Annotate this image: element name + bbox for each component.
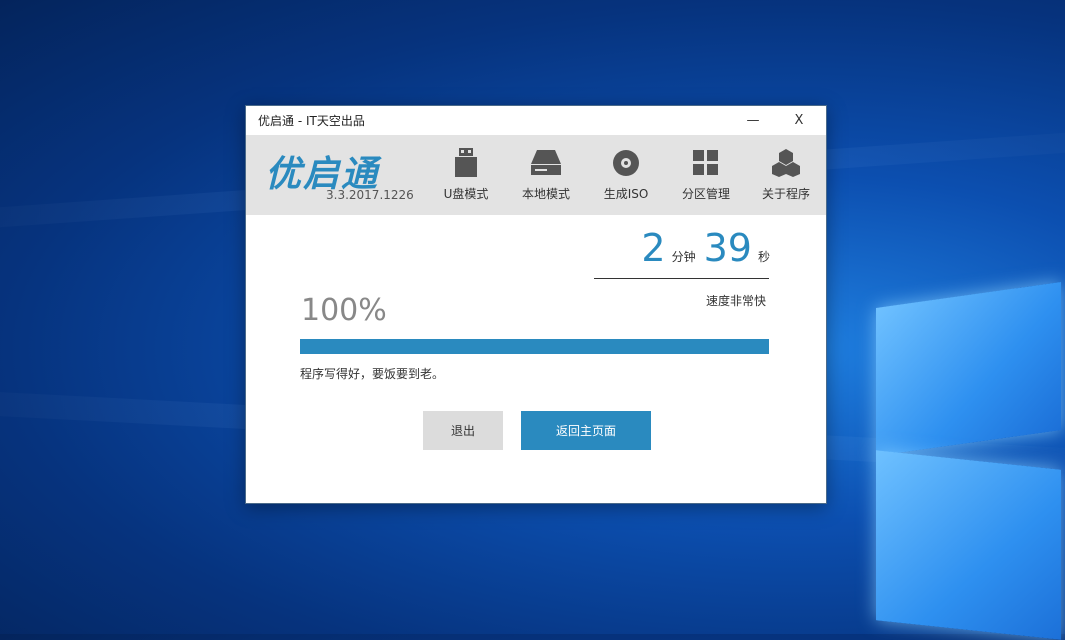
app-window: 优启通 - IT天空出品 — X 优启通 3.3.2017.1226 U盘模式 …	[245, 105, 827, 504]
timer-divider	[594, 278, 769, 279]
main-content: 2 分钟 39 秒 速度非常快 100% 程序写得好，要饭要到老。 退出 返回主…	[246, 215, 826, 502]
minimize-button[interactable]: —	[730, 106, 776, 135]
timer-minutes: 2	[641, 226, 666, 270]
title-bar[interactable]: 优启通 - IT天空出品 — X	[246, 106, 826, 135]
progress-bar-fill	[300, 339, 769, 354]
timer-minutes-unit: 分钟	[671, 250, 696, 264]
disc-icon	[611, 148, 641, 178]
window-title: 优启通 - IT天空出品	[258, 114, 365, 128]
usb-drive-icon	[451, 148, 481, 178]
elapsed-timer: 2 分钟 39 秒	[641, 229, 770, 267]
close-button[interactable]: X	[776, 106, 822, 135]
nav-label: 关于程序	[761, 187, 810, 201]
return-home-button[interactable]: 返回主页面	[521, 411, 651, 450]
timer-seconds: 39	[703, 226, 752, 270]
nav-usb-mode[interactable]: U盘模式	[426, 135, 506, 215]
nav-label: 本地模式	[521, 187, 570, 201]
nav-label: 分区管理	[681, 187, 730, 201]
cubes-icon	[771, 148, 801, 178]
partition-grid-icon	[691, 148, 721, 178]
nav-create-iso[interactable]: 生成ISO	[586, 135, 666, 215]
exit-button[interactable]: 退出	[423, 411, 503, 450]
nav-label: 生成ISO	[603, 187, 649, 201]
status-message: 程序写得好，要饭要到老。	[300, 367, 445, 381]
hard-drive-icon	[531, 148, 561, 178]
progress-bar	[300, 339, 769, 354]
app-version: 3.3.2017.1226	[326, 188, 414, 202]
timer-seconds-unit: 秒	[757, 250, 770, 264]
speed-text: 速度非常快	[705, 294, 766, 308]
app-header: 优启通 3.3.2017.1226 U盘模式 本地模式 生成ISO 分区管理 关…	[246, 135, 826, 215]
nav-label: U盘模式	[443, 187, 489, 201]
nav-local-mode[interactable]: 本地模式	[506, 135, 586, 215]
progress-percent: 100%	[301, 293, 387, 328]
nav-partition-manager[interactable]: 分区管理	[666, 135, 746, 215]
nav-about[interactable]: 关于程序	[746, 135, 826, 215]
